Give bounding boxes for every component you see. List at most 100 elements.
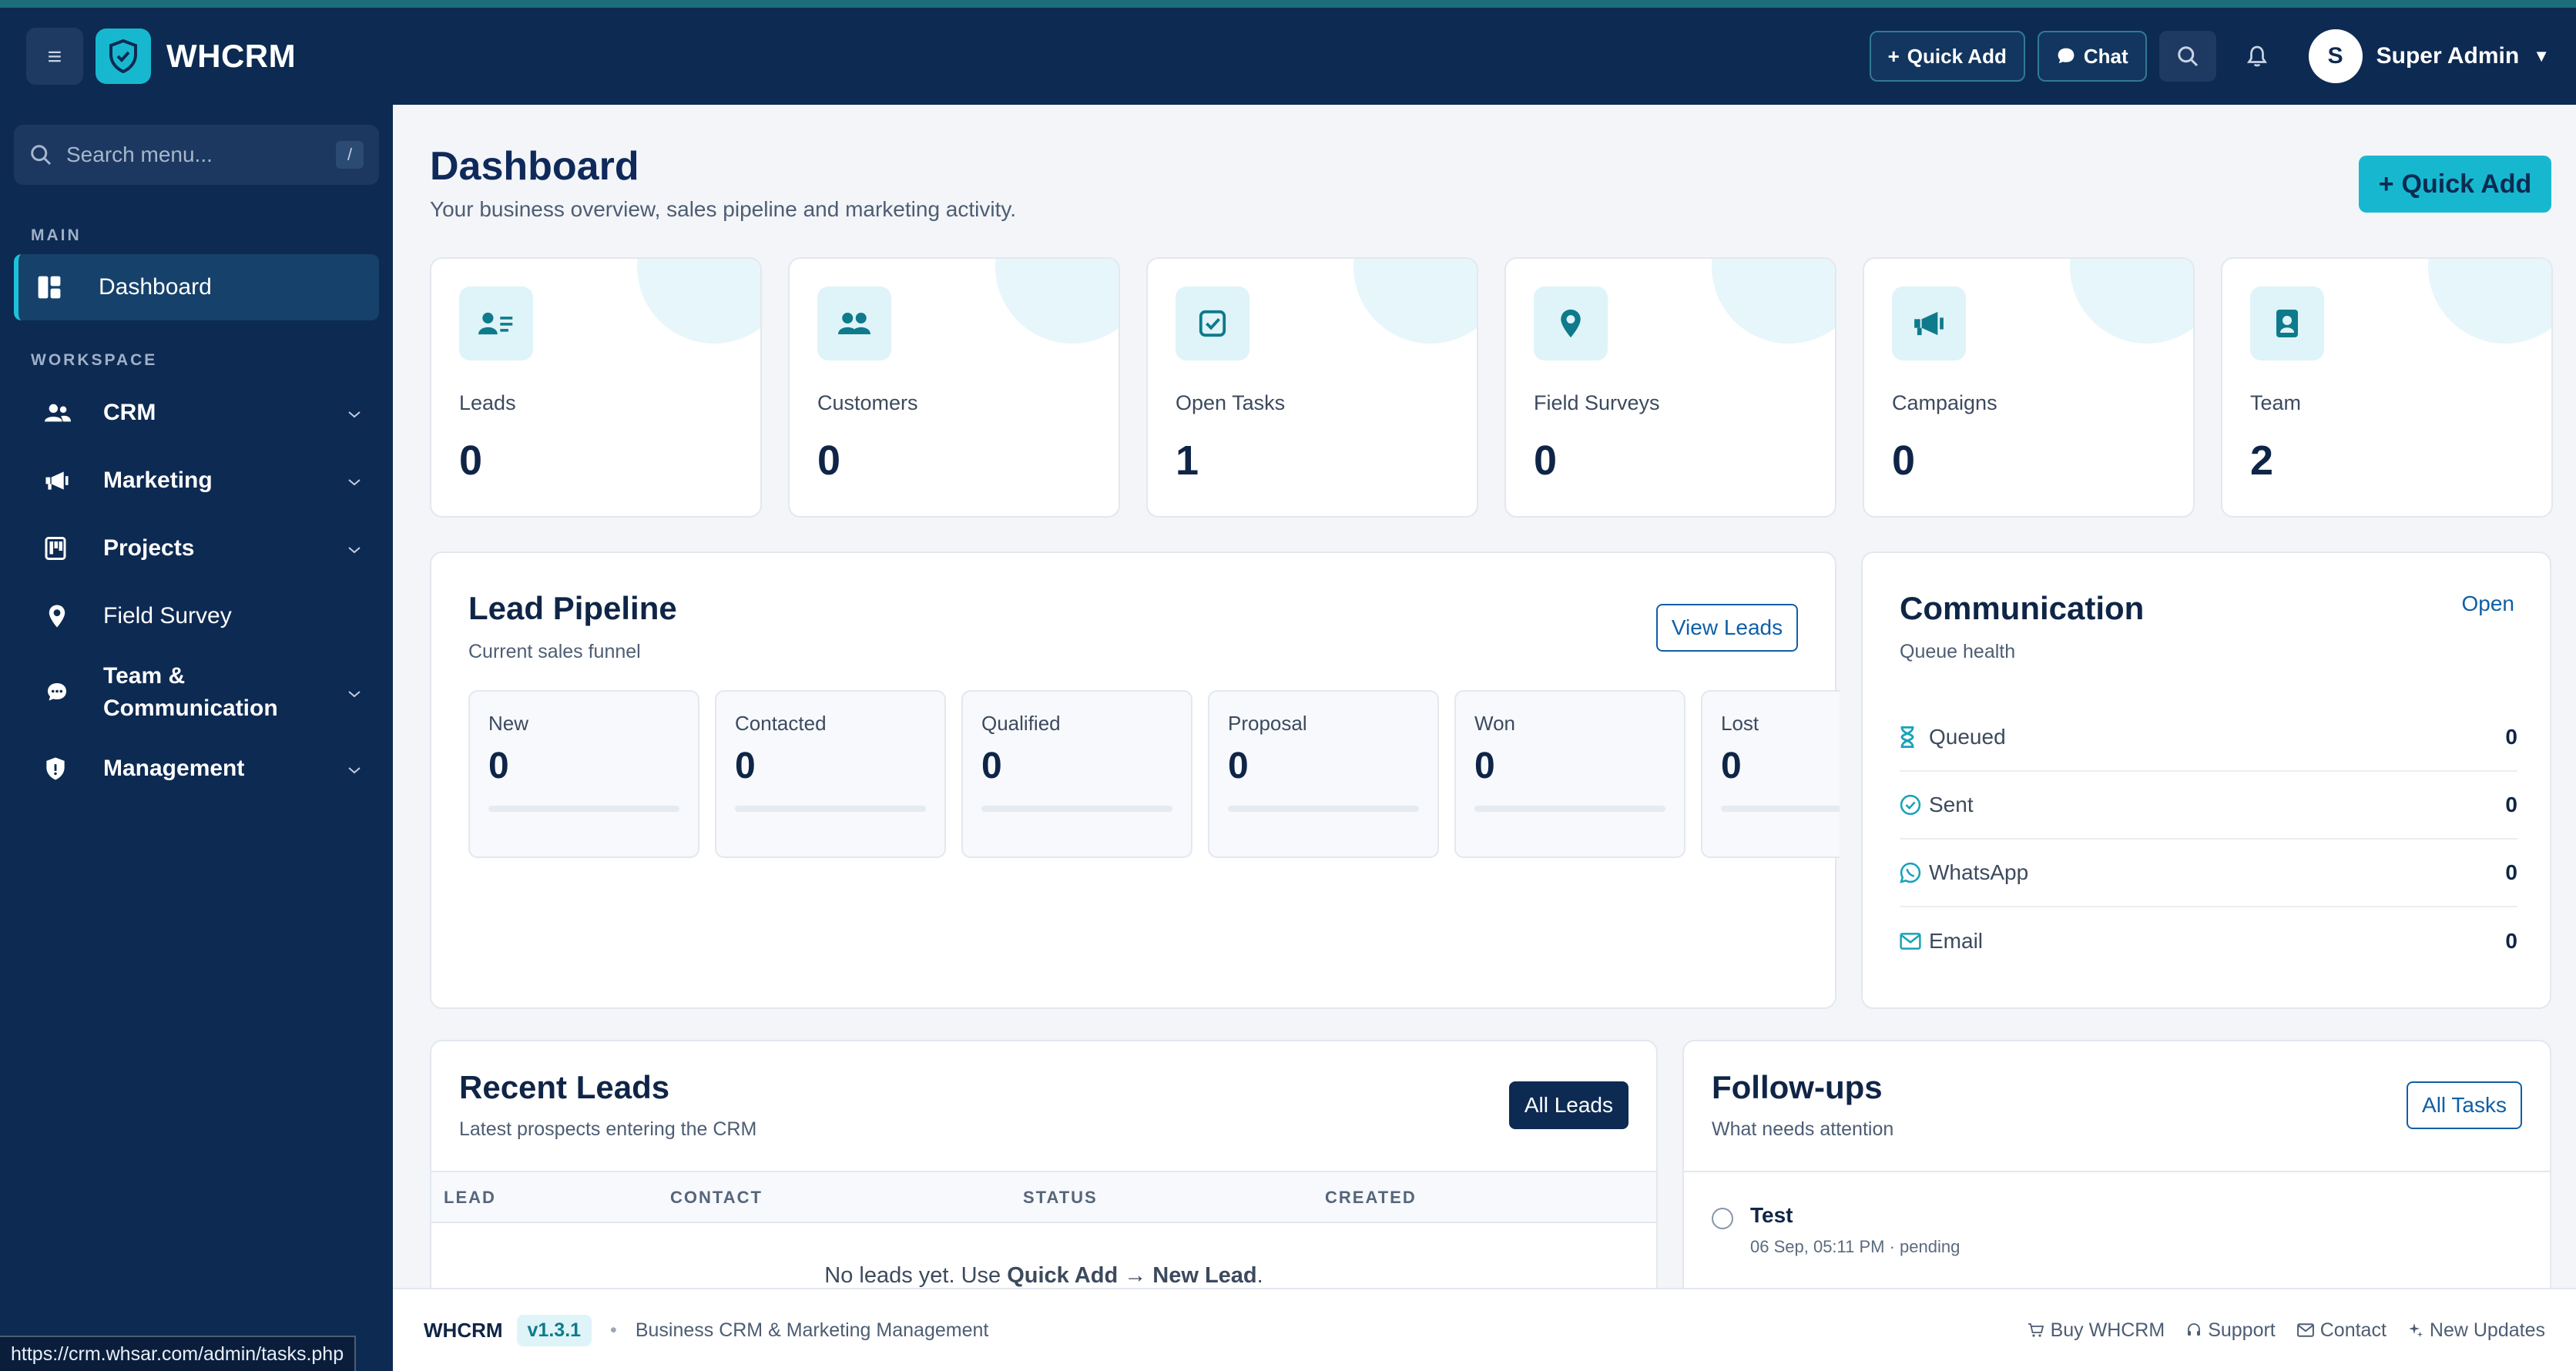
stat-value: 2 [2250,437,2274,484]
stat-value: 0 [1534,437,1558,484]
whatsapp-icon [1900,862,1923,883]
stage-won[interactable]: Won 0 [1454,690,1685,858]
queue-label: Queued [1929,725,2006,749]
logo[interactable] [96,28,151,84]
stage-new[interactable]: New 0 [468,690,699,858]
sidebar-search-input[interactable]: Search menu... / [14,125,379,185]
decorative-blob [995,259,1119,344]
sidebar-item-projects[interactable]: Projects [14,515,379,582]
sidebar: Search menu... / MAIN Dashboard WORKSPAC… [0,105,393,1371]
empty-hint-bold: Quick Add → New Lead [1007,1263,1257,1288]
sidebar-item-marketing[interactable]: Marketing [14,447,379,515]
column-header[interactable]: CONTACT [670,1188,763,1208]
stat-label: Team [2250,391,2302,414]
label-line-2: Communication [103,696,278,721]
stat-card-open-tasks[interactable]: Open Tasks 1 [1146,257,1478,518]
stage-value: 0 [1474,746,1495,786]
chat-icon [2058,48,2075,64]
view-leads-button[interactable]: View Leads [1656,604,1798,652]
stat-card-campaigns[interactable]: Campaigns 0 [1863,257,2195,518]
sidebar-item-label: Projects [103,535,195,561]
support-link[interactable]: Support [2186,1319,2276,1342]
all-tasks-button[interactable]: All Tasks [2407,1081,2522,1129]
decorative-blob [2070,259,2193,344]
stage-value: 0 [735,746,756,786]
stage-label: Qualified [981,712,1061,735]
contact-link[interactable]: Contact [2296,1319,2386,1342]
stat-card-customers[interactable]: Customers 0 [788,257,1120,518]
stage-proposal[interactable]: Proposal 0 [1208,690,1439,858]
sidebar-item-team-communication[interactable]: Team & Communication [14,650,379,735]
stage-progress-bar [981,806,1172,812]
brand-name[interactable]: WHCRM [166,38,296,75]
stat-value: 0 [459,437,483,484]
status-bar-url: https://crm.whsar.com/admin/tasks.php [0,1336,357,1371]
map-pin-icon [48,604,82,629]
table-header: LEAD CONTACT STATUS CREATED [431,1171,1656,1223]
sidebar-item-label: Management [103,756,245,781]
queue-row-email: Email 0 [1900,907,2517,975]
empty-state-message: No leads yet. Use Quick Add → New Lead. [431,1263,1656,1288]
notifications-button[interactable] [2229,31,2286,82]
megaphone-icon [45,470,79,491]
quick-add-primary-button[interactable]: + Quick Add [2359,156,2551,213]
all-leads-button[interactable]: All Leads [1508,1081,1628,1129]
page-subtitle: Your business overview, sales pipeline a… [430,197,1017,221]
user-menu[interactable]: S Super Admin ▼ [2308,29,2550,83]
queue-label: Sent [1929,793,1974,816]
stage-qualified[interactable]: Qualified 0 [961,690,1192,858]
column-header[interactable]: CREATED [1325,1188,1417,1208]
search-icon [2177,46,2198,67]
stat-card-team[interactable]: Team 2 [2221,257,2553,518]
section-label-workspace: WORKSPACE [31,351,158,369]
chat-button[interactable]: Chat [2037,31,2147,82]
megaphone-icon [1892,287,1966,360]
sidebar-item-dashboard[interactable]: Dashboard [14,254,379,320]
column-header[interactable]: STATUS [1023,1188,1098,1208]
hourglass-icon [1900,726,1923,748]
search-button[interactable] [2158,31,2216,82]
sidebar-item-crm[interactable]: CRM [14,379,379,447]
new-updates-link[interactable]: New Updates [2408,1319,2545,1342]
sidebar-item-label: CRM [103,400,156,425]
open-communication-link[interactable]: Open [2462,592,2515,616]
link-label: New Updates [2429,1319,2545,1341]
kanban-icon [45,537,79,560]
link-label: Support [2208,1319,2276,1341]
queue-row-whatsapp: WhatsApp 0 [1900,840,2517,907]
list-item[interactable]: Test 06 Sep, 05:11 PM · pending [1712,1203,1960,1257]
stat-value: 1 [1176,437,1199,484]
plus-icon: + [1887,44,1900,68]
checkbox-icon [1176,287,1249,360]
lead-card-icon [459,287,533,360]
users-icon [817,287,891,360]
quick-add-button[interactable]: + Quick Add [1869,31,2025,82]
sidebar-item-management[interactable]: Management [14,735,379,803]
chevron-down-icon [347,468,362,494]
page-title: Dashboard [430,144,639,189]
stage-contacted[interactable]: Contacted 0 [715,690,946,858]
stage-lost[interactable]: Lost 0 [1701,690,1840,858]
dashboard-icon [37,275,71,300]
label-line-1: Team & [103,663,186,689]
link-label: Contact [2319,1319,2386,1341]
stat-card-leads[interactable]: Leads 0 [430,257,762,518]
stat-label: Field Surveys [1534,391,1660,414]
stage-label: Won [1474,712,1515,735]
search-shortcut-badge: / [336,141,364,169]
buy-link[interactable]: Buy WHCRM [2028,1319,2165,1342]
stage-value: 0 [1721,746,1742,786]
id-badge-icon [2250,287,2324,360]
section-label-main: MAIN [31,226,82,244]
chat-label: Chat [2083,44,2128,68]
caret-down-icon: ▼ [2533,46,2550,65]
menu-toggle-button[interactable]: ≡ [26,28,83,85]
stage-progress-bar [488,806,679,812]
stat-card-field-surveys[interactable]: Field Surveys 0 [1504,257,1836,518]
link-label: Buy WHCRM [2050,1319,2165,1341]
card-subtitle: Latest prospects entering the CRM [459,1118,757,1140]
sidebar-item-field-survey[interactable]: Field Survey [14,582,379,650]
map-pin-icon [1534,287,1608,360]
column-header[interactable]: LEAD [444,1188,496,1208]
task-checkbox[interactable] [1712,1208,1733,1229]
